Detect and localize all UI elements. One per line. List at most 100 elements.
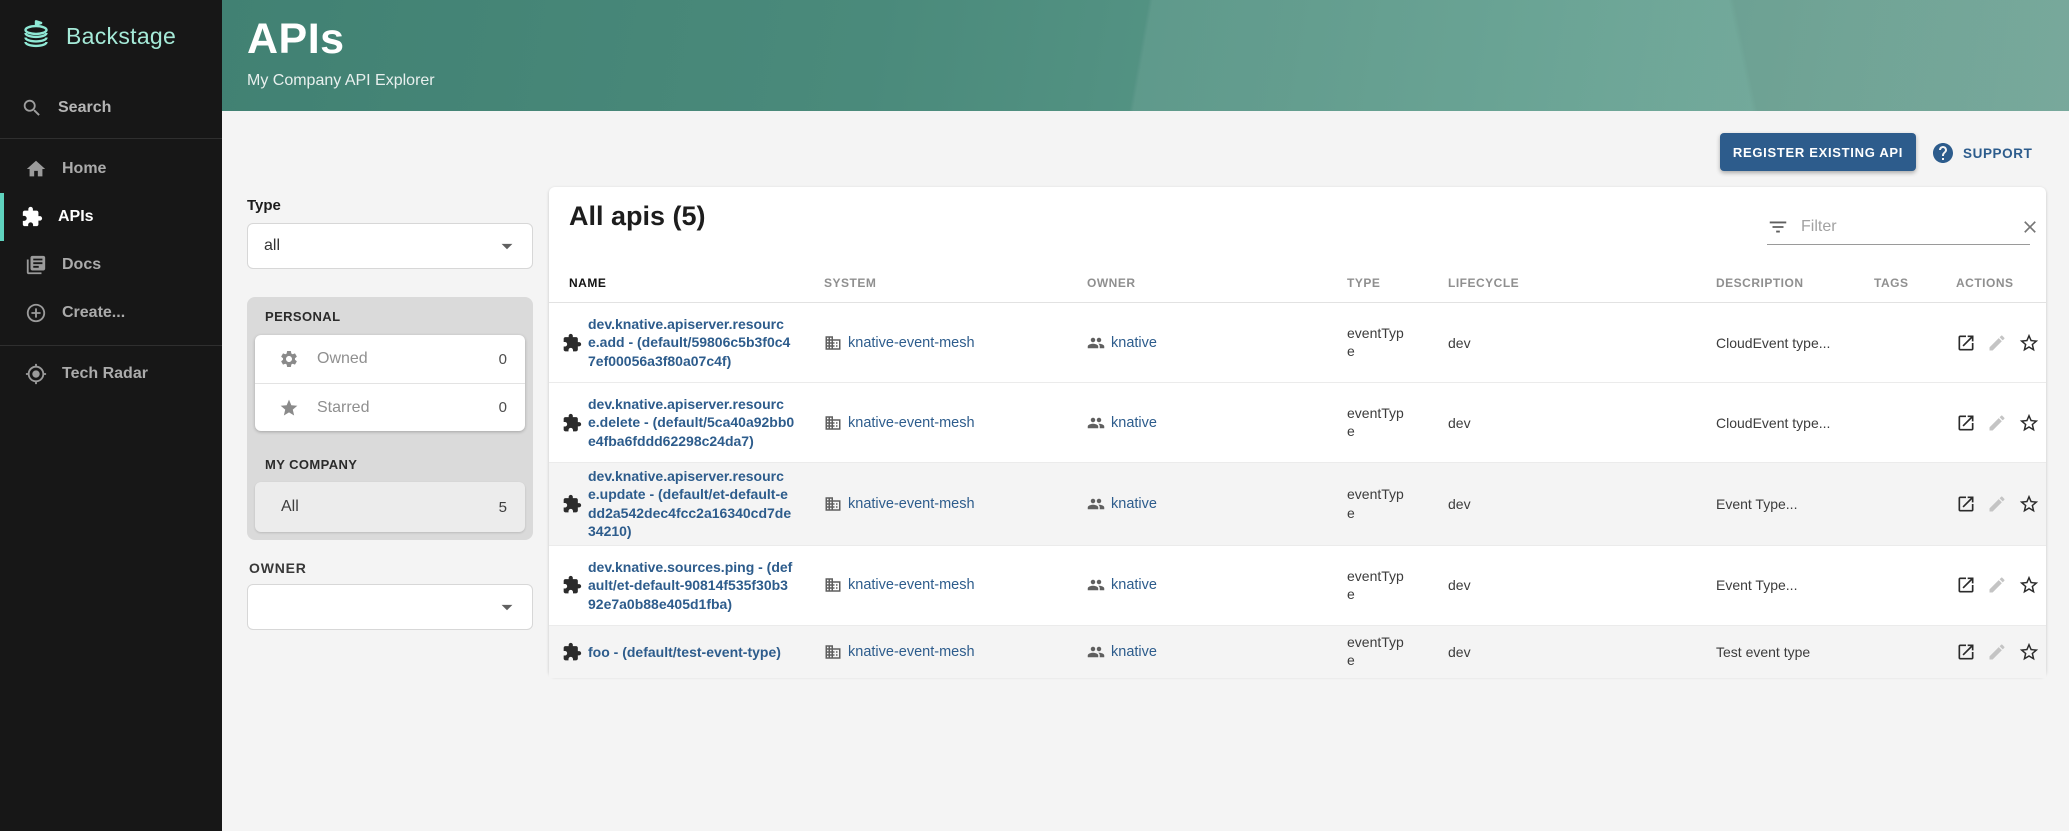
type-select[interactable]: all: [247, 223, 533, 269]
view-api-icon[interactable]: [1956, 333, 1976, 353]
home-icon: [25, 158, 47, 180]
sidebar-item-apis[interactable]: APIs: [0, 193, 222, 241]
system-link[interactable]: knative-event-mesh: [848, 415, 975, 431]
type-cell: eventType: [1335, 567, 1440, 604]
api-name-link[interactable]: dev.knative.apiserver.resource.add - (de…: [588, 315, 795, 370]
type-cell: eventType: [1335, 404, 1440, 441]
edit-icon[interactable]: [1987, 333, 2007, 353]
backstage-logo-icon: [18, 16, 54, 56]
system-building-icon: [824, 334, 842, 352]
table-row: foo - (default/test-event-type) knative-…: [549, 626, 2046, 678]
filter-item-count: 0: [499, 399, 507, 416]
api-name-link[interactable]: dev.knative.apiserver.resource.delete - …: [588, 395, 795, 450]
lifecycle-cell: dev: [1440, 577, 1705, 593]
star-border-icon[interactable]: [2018, 493, 2040, 515]
table-filter-field[interactable]: [1767, 209, 2030, 245]
edit-icon[interactable]: [1987, 575, 2007, 595]
table-row: dev.knative.apiserver.resource.update - …: [549, 463, 2046, 546]
system-building-icon: [824, 576, 842, 594]
system-link[interactable]: knative-event-mesh: [848, 496, 975, 512]
support-button[interactable]: SUPPORT: [1931, 140, 2032, 166]
star-border-icon[interactable]: [2018, 574, 2040, 596]
owner-select[interactable]: [247, 584, 533, 630]
sidebar-item-label: Create...: [62, 304, 125, 322]
logo-text: Backstage: [66, 23, 176, 50]
column-header-system[interactable]: SYSTEM: [810, 276, 1073, 290]
entity-filter-card: PERSONAL Owned 0 Starred 0 MY COMPANY Al…: [247, 297, 533, 540]
type-cell: eventType: [1335, 324, 1440, 361]
lifecycle-cell: dev: [1440, 335, 1705, 351]
sidebar-item-label: Docs: [62, 256, 101, 274]
column-header-lifecycle[interactable]: LIFECYCLE: [1440, 276, 1705, 290]
sidebar-divider: [0, 138, 222, 139]
system-link[interactable]: knative-event-mesh: [848, 577, 975, 593]
owner-link[interactable]: knative: [1111, 496, 1157, 512]
owner-link[interactable]: knative: [1111, 415, 1157, 431]
sidebar-logo[interactable]: Backstage: [0, 0, 222, 56]
star-border-icon[interactable]: [2018, 332, 2040, 354]
system-link[interactable]: knative-event-mesh: [848, 335, 975, 351]
star-border-icon[interactable]: [2018, 641, 2040, 663]
page-header: APIs My Company API Explorer: [0, 0, 2069, 111]
lifecycle-cell: dev: [1440, 644, 1705, 660]
owner-link[interactable]: knative: [1111, 644, 1157, 660]
register-existing-api-button[interactable]: REGISTER EXISTING API: [1720, 133, 1916, 171]
search-icon: [21, 97, 43, 119]
docs-icon: [25, 254, 47, 276]
sidebar-item-tech-radar[interactable]: Tech Radar: [0, 350, 222, 398]
sidebar-item-home[interactable]: Home: [0, 145, 222, 193]
add-circle-icon: [25, 302, 47, 324]
filter-item-all[interactable]: All 5: [255, 482, 525, 532]
description-cell: CloudEvent type...: [1705, 415, 1860, 431]
table-row: dev.knative.sources.ping - (default/et-d…: [549, 546, 2046, 626]
api-name-link[interactable]: dev.knative.sources.ping - (default/et-d…: [588, 558, 795, 613]
filter-item-owned[interactable]: Owned 0: [255, 335, 525, 383]
sidebar-item-create[interactable]: Create...: [0, 289, 222, 337]
puzzle-icon: [21, 206, 43, 228]
puzzle-icon: [562, 494, 582, 514]
filter-item-label: Owned: [317, 350, 499, 368]
filter-item-starred[interactable]: Starred 0: [255, 383, 525, 431]
column-header-owner[interactable]: OWNER: [1073, 276, 1335, 290]
column-header-name[interactable]: NAME: [549, 276, 810, 290]
edit-icon[interactable]: [1987, 413, 2007, 433]
filter-list-icon: [1767, 216, 1789, 238]
view-api-icon[interactable]: [1956, 494, 1976, 514]
owner-group-icon: [1087, 414, 1105, 432]
sidebar-item-search[interactable]: Search: [0, 90, 222, 126]
sidebar-item-docs[interactable]: Docs: [0, 241, 222, 289]
sidebar-search-label: Search: [58, 99, 111, 117]
view-api-icon[interactable]: [1956, 642, 1976, 662]
system-building-icon: [824, 643, 842, 661]
table-filter-input[interactable]: [1801, 218, 2008, 236]
system-link[interactable]: knative-event-mesh: [848, 644, 975, 660]
table-title: All apis (5): [569, 201, 706, 232]
system-building-icon: [824, 414, 842, 432]
sidebar-item-label: Home: [62, 160, 106, 178]
puzzle-icon: [562, 413, 582, 433]
page-title: APIs: [247, 15, 435, 64]
owner-link[interactable]: knative: [1111, 577, 1157, 593]
support-label: SUPPORT: [1963, 146, 2032, 161]
clear-filter-icon[interactable]: [2020, 217, 2040, 237]
view-api-icon[interactable]: [1956, 575, 1976, 595]
column-header-type[interactable]: TYPE: [1335, 276, 1440, 290]
type-cell: eventType: [1335, 633, 1440, 670]
column-header-tags[interactable]: TAGS: [1860, 276, 1940, 290]
filter-item-label: Starred: [317, 399, 499, 417]
owner-filter-label: OWNER: [249, 560, 307, 576]
edit-icon[interactable]: [1987, 494, 2007, 514]
column-header-actions[interactable]: ACTIONS: [1940, 276, 2046, 290]
star-border-icon[interactable]: [2018, 412, 2040, 434]
column-header-description[interactable]: DESCRIPTION: [1705, 276, 1860, 290]
page-subtitle: My Company API Explorer: [247, 72, 435, 90]
api-name-link[interactable]: foo - (default/test-event-type): [588, 643, 795, 661]
owner-link[interactable]: knative: [1111, 335, 1157, 351]
api-table-card: All apis (5) NAME SYSTEM OWNER TYPE LIFE…: [549, 187, 2046, 676]
sidebar-divider: [0, 345, 222, 346]
owner-group-icon: [1087, 576, 1105, 594]
edit-icon[interactable]: [1987, 642, 2007, 662]
api-name-link[interactable]: dev.knative.apiserver.resource.update - …: [588, 467, 795, 541]
view-api-icon[interactable]: [1956, 413, 1976, 433]
type-select-value: all: [264, 237, 494, 255]
